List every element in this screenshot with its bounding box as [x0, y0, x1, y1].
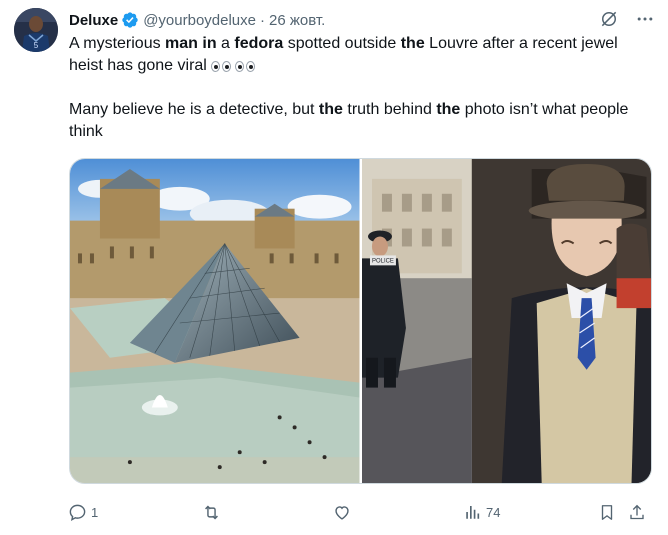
retweet-icon [205, 505, 218, 519]
text-bold-segment: fedora [234, 35, 284, 52]
action-bar: 1 74 [60, 499, 656, 525]
author-name[interactable]: Deluxe [69, 12, 118, 29]
tweet[interactable]: 5 Deluxe @yourboydeluxe · 26 жовт. A mys… [0, 0, 668, 535]
separator-dot: · [260, 11, 265, 29]
tweet-text: A mysterious man in a fedora spotted out… [69, 33, 649, 143]
share-button[interactable] [628, 499, 646, 525]
verified-badge-icon [122, 12, 138, 28]
bookmark-button[interactable] [598, 499, 616, 525]
reply-button[interactable]: 1 [68, 499, 98, 525]
text-segment: a [216, 35, 235, 52]
police-badge-text: POLICE [371, 258, 393, 264]
avatar[interactable]: 5 [14, 8, 58, 52]
avatar-jersey-number: 5 [34, 41, 39, 50]
eyes-emoji-icon [210, 61, 231, 72]
grok-icon[interactable] [598, 8, 620, 30]
tweet-date[interactable]: 26 жовт. [269, 12, 325, 29]
text-segment: truth behind [342, 101, 437, 118]
author-handle[interactable]: @yourboydeluxe [143, 12, 256, 29]
share-icon [630, 504, 644, 519]
views-icon [466, 506, 480, 519]
text-bold-segment: the [318, 101, 343, 118]
like-button[interactable] [332, 499, 356, 525]
views-count: 74 [486, 504, 501, 520]
eyes-emoji-icon [234, 61, 255, 72]
fedora-man-image[interactable]: POLICE [361, 159, 651, 483]
tweet-paragraph-1: A mysterious man in a fedora spotted out… [69, 33, 649, 77]
louvre-pyramid-image[interactable] [70, 159, 360, 483]
media-grid: POLICE [69, 158, 652, 484]
tweet-header: Deluxe @yourboydeluxe · 26 жовт. [69, 9, 656, 31]
retweet-button[interactable] [201, 499, 226, 525]
more-icon[interactable] [634, 8, 656, 30]
views-button[interactable]: 74 [464, 499, 500, 525]
text-bold-segment: man in [165, 35, 217, 52]
bookmark-icon [601, 504, 613, 520]
text-bold-segment: the [436, 101, 461, 118]
reply-count: 1 [91, 504, 99, 520]
like-icon [335, 505, 349, 520]
text-segment: Many believe he is a detective, but [69, 101, 319, 118]
tweet-paragraph-2: Many believe he is a detective, but the … [69, 99, 649, 143]
text-bold-segment: the [400, 35, 425, 52]
text-segment: A mysterious [69, 35, 166, 52]
avatar-image: 5 [14, 8, 58, 52]
reply-icon [69, 504, 86, 521]
text-segment: spotted outside [283, 35, 401, 52]
